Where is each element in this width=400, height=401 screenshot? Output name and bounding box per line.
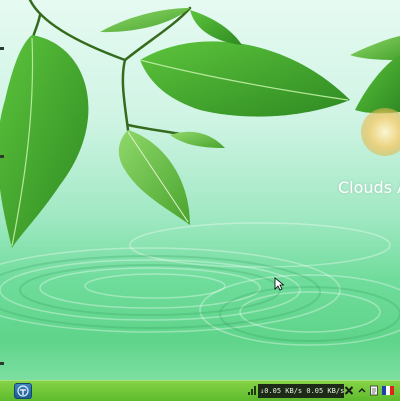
network-icon[interactable]: [247, 385, 257, 396]
start-menu-icon: [17, 385, 29, 397]
desktop-icon-fragment[interactable]: [0, 47, 4, 50]
network-speed-monitor[interactable]: ↓0.05 KB/s 0.05 KB/s: [258, 384, 344, 398]
chevron-up-icon[interactable]: [357, 385, 367, 396]
desktop-icon-fragment[interactable]: [0, 155, 4, 158]
taskbar: ↓0.05 KB/s 0.05 KB/s: [0, 380, 400, 401]
document-icon[interactable]: [369, 385, 379, 396]
mouse-pointer-icon: [274, 277, 284, 291]
close-x-icon[interactable]: [344, 385, 354, 396]
desktop: Clouds A: [0, 0, 400, 380]
weather-widget-label: Clouds A: [338, 178, 400, 197]
desktop-icon-fragment[interactable]: [0, 362, 4, 365]
language-flag-icon[interactable]: [382, 386, 394, 395]
start-menu-button[interactable]: [14, 383, 32, 399]
